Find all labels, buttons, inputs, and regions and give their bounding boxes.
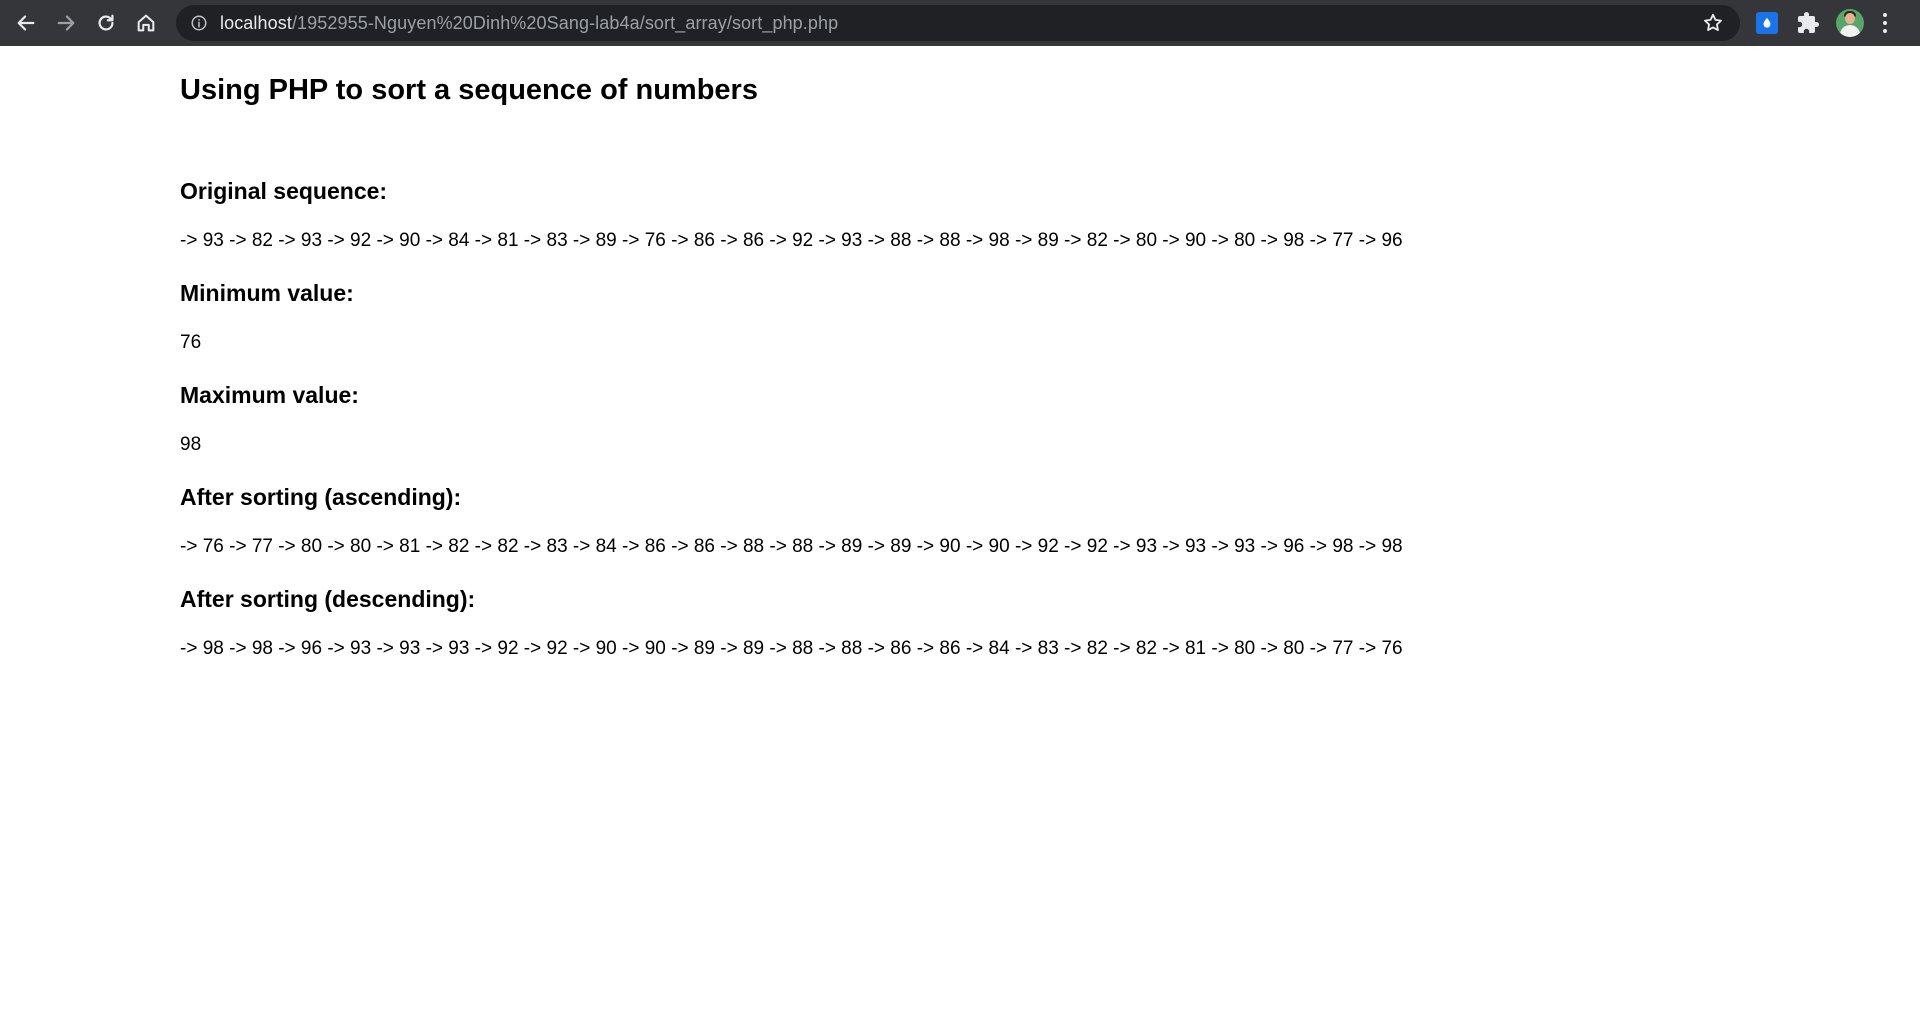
back-button[interactable] (12, 9, 40, 37)
avatar[interactable] (1836, 9, 1864, 37)
home-button[interactable] (132, 9, 160, 37)
water-drop-icon[interactable] (1756, 12, 1778, 34)
page-title: Using PHP to sort a sequence of numbers (180, 74, 758, 106)
original-sequence-heading: Original sequence: (180, 178, 388, 204)
original-sequence-value: -> 93 -> 82 -> 93 -> 92 -> 90 -> 84 -> 8… (180, 230, 1403, 251)
home-icon (137, 14, 155, 32)
minimum-value: 76 (180, 332, 202, 353)
descending-heading: After sorting (descending): (180, 586, 476, 612)
forward-button[interactable] (52, 9, 80, 37)
descending-value: -> 98 -> 98 -> 96 -> 93 -> 93 -> 93 -> 9… (180, 638, 1403, 659)
minimum-value-heading: Minimum value: (180, 280, 354, 306)
reload-icon (98, 14, 114, 31)
puzzle-icon[interactable] (1796, 11, 1820, 35)
maximum-value: 98 (180, 434, 202, 455)
star-icon[interactable] (1702, 12, 1724, 34)
url-host: localhost (220, 12, 292, 33)
page-content: Using PHP to sort a sequence of numbers … (180, 46, 1740, 662)
url-text[interactable]: localhost/1952955-Nguyen%20Dinh%20Sang-l… (220, 13, 838, 34)
kebab-menu-icon[interactable] (1882, 11, 1888, 35)
ascending-value: -> 76 -> 77 -> 80 -> 80 -> 81 -> 82 -> 8… (180, 536, 1403, 557)
maximum-value-heading: Maximum value: (180, 382, 359, 408)
back-arrow-icon (17, 15, 35, 31)
reload-button[interactable] (92, 9, 120, 37)
url-path: /1952955-Nguyen%20Dinh%20Sang-lab4a/sort… (291, 12, 839, 33)
address-bar[interactable]: localhost/1952955-Nguyen%20Dinh%20Sang-l… (176, 5, 1740, 41)
info-icon[interactable] (190, 14, 208, 32)
extension-area (1756, 0, 1888, 46)
ascending-heading: After sorting (ascending): (180, 484, 462, 510)
forward-arrow-icon (57, 15, 75, 31)
browser-toolbar: localhost/1952955-Nguyen%20Dinh%20Sang-l… (0, 0, 1920, 46)
